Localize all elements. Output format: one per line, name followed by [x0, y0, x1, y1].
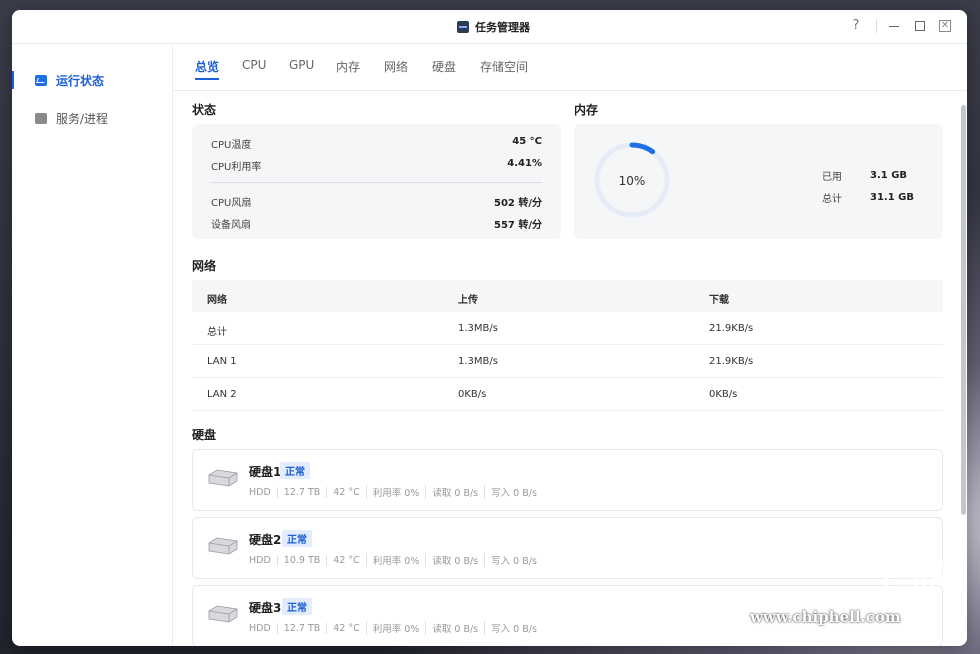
device-fan-value: 557 转/分 — [493, 220, 542, 231]
disk-size: 10.9 TB — [276, 554, 327, 566]
status-divider — [211, 182, 542, 183]
tab-storage[interactable]: 存储空间 — [480, 58, 528, 75]
disk-name: 硬盘3 — [249, 601, 282, 615]
status-card: CPU温度 45 °C CPU利用率 4.41% CPU风扇 502 转/分 设… — [192, 124, 561, 239]
table-cell: 21.9KB/s — [709, 356, 754, 367]
table-cell: 0KB/s — [709, 389, 738, 400]
status-badge: 正常 — [280, 462, 310, 479]
disk-read: 读取 0 B/s — [425, 621, 484, 635]
table-cell: 总计 — [207, 327, 227, 338]
disk-type: HDD — [249, 554, 271, 566]
disk-usage: 利用率 0% — [365, 621, 426, 635]
table-row: LAN 1 1.3MB/s 21.9KB/s — [192, 345, 943, 378]
disk-size: 12.7 TB — [276, 486, 327, 498]
sidebar-item-label: 运行状态 — [56, 73, 105, 88]
cpu-usage-value: 4.41% — [507, 158, 542, 169]
disk-write: 写入 0 B/s — [484, 553, 543, 567]
disk-temp: 42 °C — [326, 486, 366, 498]
table-header-row: 网络 上传 下载 — [192, 280, 943, 312]
network-table: 网络 上传 下载 总计 1.3MB/s 21.9KB/s LAN 1 1.3MB… — [192, 280, 943, 411]
disk-temp: 42 °C — [326, 622, 366, 634]
hard-drive-icon — [208, 469, 238, 487]
vertical-scrollbar[interactable] — [961, 105, 966, 515]
tab-gpu[interactable]: GPU — [289, 58, 314, 72]
disks-heading: 硬盘 — [192, 428, 217, 442]
network-heading: 网络 — [192, 259, 217, 273]
table-cell: LAN 2 — [207, 389, 237, 400]
disk-usage: 利用率 0% — [365, 485, 426, 499]
chart-icon — [35, 74, 47, 86]
disk-card-2[interactable]: 硬盘2 正常 HDD 10.9 TB 42 °C 利用率 0% 读取 0 B/s… — [192, 517, 943, 579]
disk-meta: HDD 12.7 TB 42 °C 利用率 0% 读取 0 B/s 写入 0 B… — [249, 621, 543, 635]
status-heading: 状态 — [192, 103, 217, 117]
table-cell: 1.3MB/s — [458, 323, 498, 334]
tab-disk[interactable]: 硬盘 — [432, 58, 456, 75]
window-title: 任务管理器 — [457, 19, 530, 35]
sidebar-item-label: 服务/进程 — [56, 111, 109, 126]
window-title-text: 任务管理器 — [475, 21, 530, 34]
help-button[interactable]: ? — [848, 18, 864, 34]
memory-percent: 10% — [618, 174, 646, 188]
tab-memory[interactable]: 内存 — [336, 58, 360, 75]
title-divider — [876, 19, 877, 33]
title-bar: 任务管理器 ? — [12, 10, 967, 44]
cpu-fan-label: CPU风扇 — [211, 198, 252, 209]
table-row: 总计 1.3MB/s 21.9KB/s — [192, 312, 943, 345]
memory-used-value: 3.1 GB — [870, 170, 908, 181]
cpu-fan-value: 502 转/分 — [493, 198, 542, 209]
table-cell: 21.9KB/s — [709, 323, 754, 334]
cpu-usage-label: CPU利用率 — [211, 162, 262, 173]
tab-cpu[interactable]: CPU — [242, 58, 266, 72]
minimize-button[interactable] — [886, 18, 902, 34]
status-badge: 正常 — [282, 598, 312, 615]
watermark-text: www.chiphell.com — [750, 608, 901, 626]
cpu-temp-label: CPU温度 — [211, 140, 252, 151]
sidebar-item-services[interactable]: 服务/进程 — [12, 103, 172, 133]
hard-drive-icon — [208, 537, 238, 555]
close-button[interactable] — [937, 18, 953, 34]
task-manager-window: 任务管理器 ? 运行状态 服务/进程 总览 CPU GPU 内存 网络 硬盘 存… — [12, 10, 967, 646]
memory-total-label: 总计 — [822, 194, 842, 205]
disk-size: 12.7 TB — [276, 622, 327, 634]
disk-temp: 42 °C — [326, 554, 366, 566]
device-fan-label: 设备风扇 — [211, 220, 251, 231]
disk-read: 读取 0 B/s — [425, 485, 484, 499]
tab-bar: 总览 CPU GPU 内存 网络 硬盘 存储空间 — [173, 44, 967, 91]
task-manager-app-icon — [457, 21, 469, 33]
maximize-button[interactable] — [912, 18, 928, 34]
disk-name: 硬盘2 — [249, 533, 282, 547]
disk-read: 读取 0 B/s — [425, 553, 484, 567]
memory-total-value: 31.1 GB — [870, 192, 914, 203]
disk-meta: HDD 12.7 TB 42 °C 利用率 0% 读取 0 B/s 写入 0 B… — [249, 485, 543, 499]
services-icon — [35, 112, 47, 124]
sidebar-item-status[interactable]: 运行状态 — [12, 65, 172, 95]
disk-card-1[interactable]: 硬盘1 正常 HDD 12.7 TB 42 °C 利用率 0% 读取 0 B/s… — [192, 449, 943, 511]
disk-write: 写入 0 B/s — [484, 621, 543, 635]
table-cell: LAN 1 — [207, 356, 237, 367]
memory-used-label: 已用 — [822, 172, 842, 183]
status-badge: 正常 — [282, 530, 312, 547]
disk-name: 硬盘1 — [249, 465, 282, 479]
disk-type: HDD — [249, 486, 271, 498]
cpu-temp-value: 45 °C — [512, 136, 542, 147]
column-header: 下载 — [709, 295, 729, 306]
disk-type: HDD — [249, 622, 271, 634]
column-header: 网络 — [207, 295, 227, 306]
table-cell: 0KB/s — [458, 389, 487, 400]
disk-meta: HDD 10.9 TB 42 °C 利用率 0% 读取 0 B/s 写入 0 B… — [249, 553, 543, 567]
table-row: LAN 2 0KB/s 0KB/s — [192, 378, 943, 411]
table-cell: 1.3MB/s — [458, 356, 498, 367]
disk-write: 写入 0 B/s — [484, 485, 543, 499]
disk-usage: 利用率 0% — [365, 553, 426, 567]
hard-drive-icon — [208, 605, 238, 623]
column-header: 上传 — [458, 295, 478, 306]
tab-overview[interactable]: 总览 — [195, 58, 220, 80]
sidebar: 运行状态 服务/进程 — [12, 44, 173, 646]
tab-network[interactable]: 网络 — [384, 58, 408, 75]
memory-heading: 内存 — [574, 103, 599, 117]
